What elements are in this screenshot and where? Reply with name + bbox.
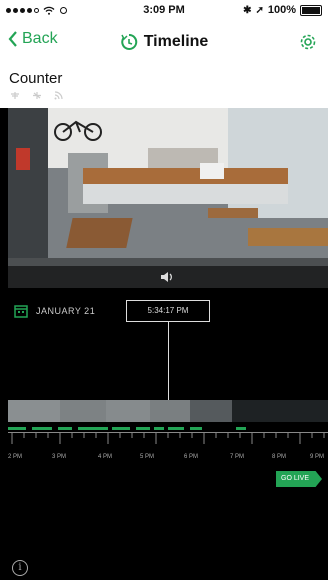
camera-status-icons <box>10 91 63 100</box>
hour-label: 7 PM <box>230 454 245 460</box>
thumbnail <box>150 400 190 422</box>
back-button[interactable]: Back <box>8 30 58 48</box>
thumbnail <box>190 400 232 422</box>
timeline-icon <box>120 33 137 50</box>
page-title: Timeline <box>120 33 209 51</box>
hour-label: 4 PM <box>98 454 113 460</box>
thumbnail <box>106 400 150 422</box>
wifi-signal-icon <box>11 92 19 99</box>
camera-name: Counter <box>9 70 63 87</box>
playhead-line[interactable] <box>168 322 169 402</box>
page-title-text: Timeline <box>143 33 209 50</box>
rss-icon <box>54 91 63 100</box>
cafe-scene-image <box>8 108 328 288</box>
selected-date: JANUARY 21 <box>36 306 96 316</box>
back-label: Back <box>22 30 58 47</box>
video-controls-bar <box>8 266 328 288</box>
hour-label: 6 PM <box>184 454 199 460</box>
camera-header: Counter <box>0 64 328 108</box>
calendar-icon <box>14 305 28 318</box>
status-time: 3:09 PM <box>143 4 185 16</box>
timeline-panel: JANUARY 21 5:34:17 PM 2 PM 3 PM 4 PM 5 P… <box>0 288 328 580</box>
camera-video-feed[interactable] <box>8 108 328 288</box>
hour-label: 5 PM <box>140 454 155 460</box>
hour-label: 3 PM <box>52 454 67 460</box>
timeline-ruler[interactable] <box>8 432 328 446</box>
battery-icon <box>300 4 322 16</box>
thumbnail-strip[interactable] <box>8 400 328 422</box>
ruler-ticks <box>11 432 325 444</box>
hour-label: 9 PM <box>310 454 325 460</box>
info-icon[interactable]: i <box>12 560 28 576</box>
hour-label: 8 PM <box>272 454 287 460</box>
thumbnail <box>8 400 60 422</box>
back-chevron-icon <box>8 31 17 47</box>
volume-icon[interactable] <box>160 270 174 284</box>
playhead-time: 5:34:17 PM <box>126 300 210 322</box>
recording-indicators <box>8 427 328 430</box>
thumbnail <box>232 400 328 422</box>
settings-gear-icon[interactable] <box>298 32 318 52</box>
thumbnail <box>60 400 106 422</box>
motion-icon <box>33 92 41 99</box>
navigation-bar: Back Timeline <box>0 20 328 64</box>
hour-label: 2 PM <box>8 454 23 460</box>
date-selector[interactable]: JANUARY 21 <box>14 304 95 318</box>
status-bar: 3:09 PM ✱ ➚ 100% <box>0 0 328 20</box>
go-live-button[interactable]: GO LIVE <box>276 471 322 487</box>
